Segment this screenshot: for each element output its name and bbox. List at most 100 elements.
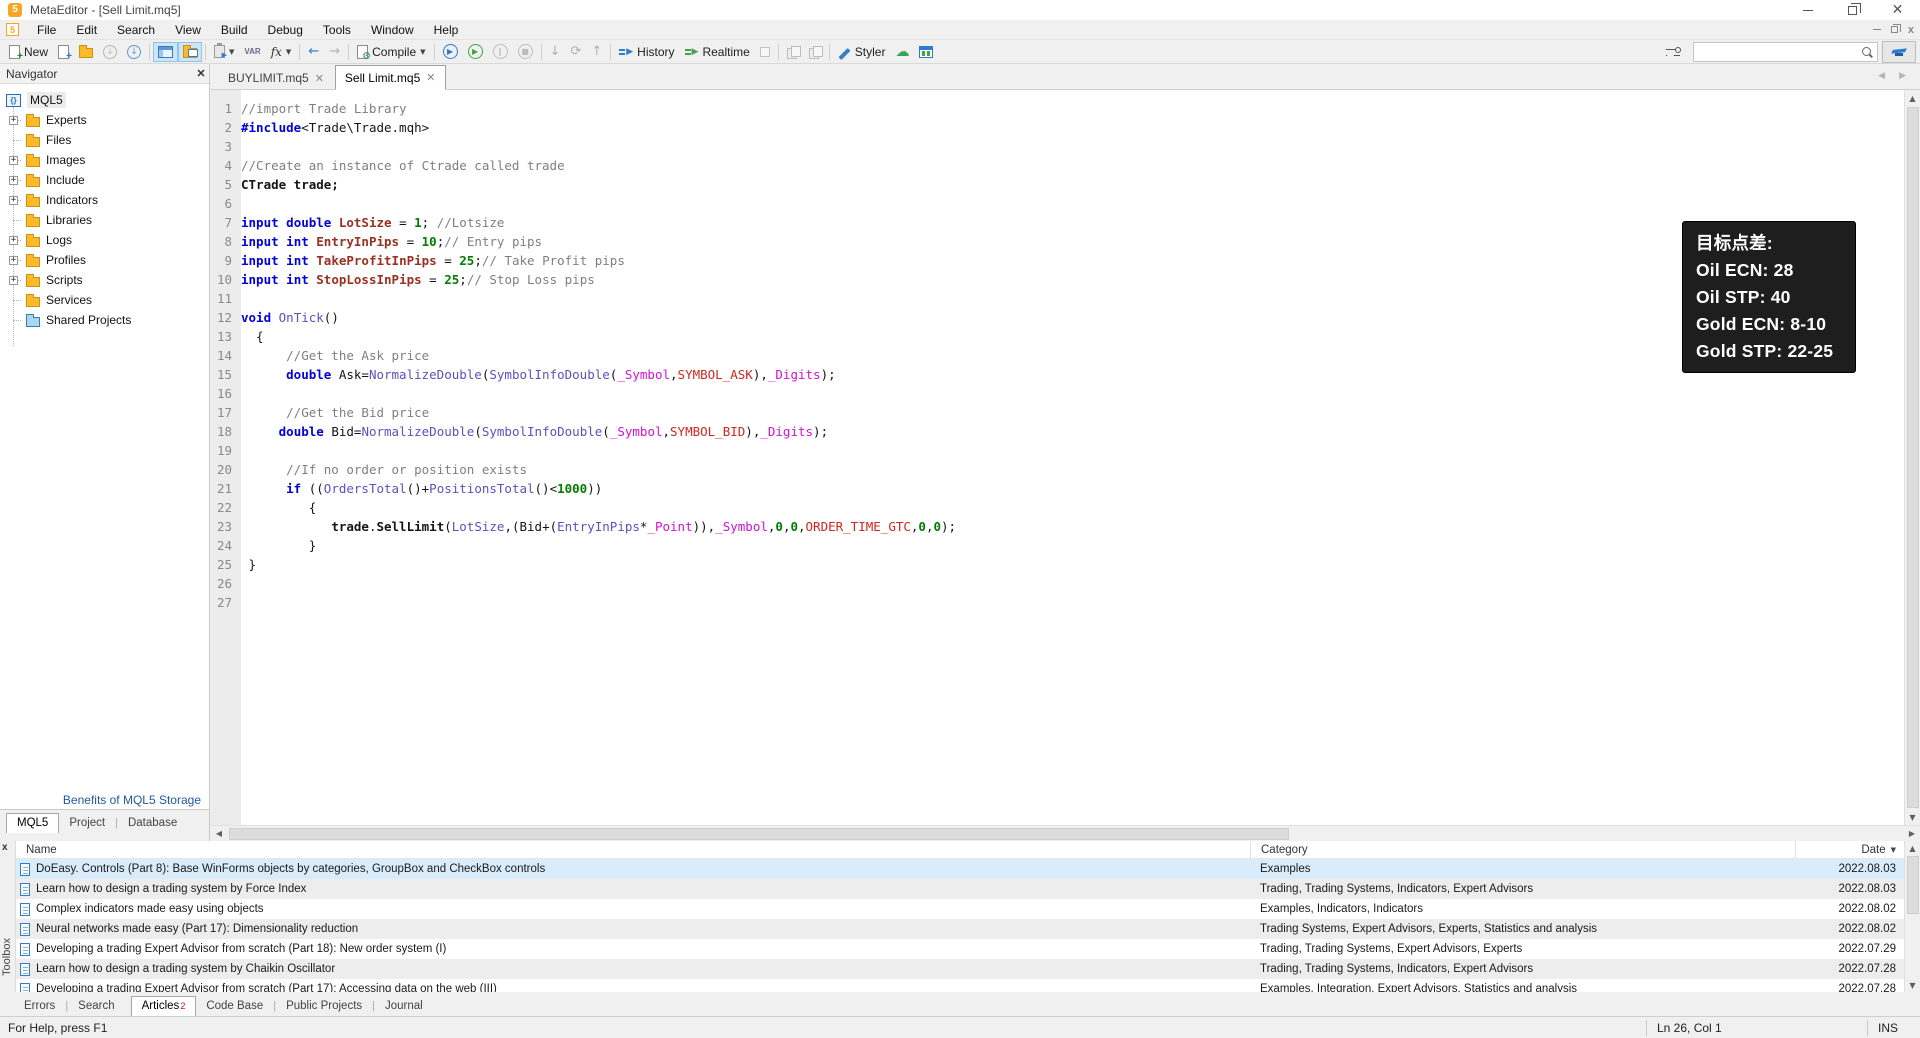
restore-icon[interactable] bbox=[1830, 0, 1875, 20]
navigator-tab-project[interactable]: Project bbox=[59, 814, 115, 833]
tab-close-icon[interactable]: ✕ bbox=[426, 71, 435, 84]
menu-debug[interactable]: Debug bbox=[258, 20, 313, 40]
sidebar-item-libraries[interactable]: Libraries bbox=[0, 210, 209, 230]
mql5-storage-link[interactable]: Benefits of MQL5 Storage bbox=[63, 793, 201, 807]
toggle-toolbox-button[interactable] bbox=[178, 42, 202, 62]
expand-plus-icon[interactable]: + bbox=[9, 196, 18, 205]
navigate-forward-button[interactable]: → bbox=[324, 42, 345, 62]
snippets-button[interactable]: ▼ bbox=[209, 42, 239, 62]
toolbox-close-icon[interactable]: x bbox=[2, 842, 8, 853]
tab-scroll-right-icon[interactable]: ▶ bbox=[1899, 71, 1906, 81]
code-line-2[interactable]: 2#include<Trade\Trade.mqh> bbox=[211, 118, 1904, 137]
search-icon[interactable] bbox=[1861, 46, 1873, 58]
mdi-close-icon[interactable]: x bbox=[1908, 24, 1914, 36]
close-icon[interactable]: ✕ bbox=[1875, 0, 1920, 20]
code-line-4[interactable]: 4//Create an instance of Ctrade called t… bbox=[211, 156, 1904, 175]
table-row[interactable]: Complex indicators made easy using objec… bbox=[16, 899, 1904, 919]
editor-vertical-scrollbar[interactable]: ▲ ▼ bbox=[1904, 90, 1920, 825]
menu-help[interactable]: Help bbox=[424, 20, 469, 40]
navigate-back-button[interactable]: ← bbox=[303, 42, 324, 62]
code-line-23[interactable]: 23 trade.SellLimit(LotSize,(Bid+(EntryIn… bbox=[211, 517, 1904, 536]
stop-button[interactable]: ■ bbox=[513, 42, 538, 62]
tree-root-mql5[interactable]: {}MQL5 bbox=[0, 90, 209, 110]
table-row[interactable]: Developing a trading Expert Advisor from… bbox=[16, 979, 1904, 992]
scroll-right-icon[interactable]: ▶ bbox=[1904, 826, 1920, 842]
navigator-tab-mql5[interactable]: MQL5 bbox=[6, 813, 59, 833]
help-docs-button[interactable] bbox=[1882, 41, 1916, 63]
navigator-tab-database[interactable]: Database bbox=[118, 814, 187, 833]
sidebar-item-scripts[interactable]: +Scripts bbox=[0, 270, 209, 290]
sidebar-item-logs[interactable]: +Logs bbox=[0, 230, 209, 250]
toggle-navigator-button[interactable] bbox=[153, 42, 178, 62]
compile-button[interactable]: Compile ▼ bbox=[352, 42, 430, 62]
expand-plus-icon[interactable]: + bbox=[9, 156, 18, 165]
sidebar-item-include[interactable]: +Include bbox=[0, 170, 209, 190]
code-line-18[interactable]: 18 double Bid=NormalizeDouble(SymbolInfo… bbox=[211, 422, 1904, 441]
code-line-25[interactable]: 25 } bbox=[211, 555, 1904, 574]
styler-button[interactable]: Styler bbox=[833, 42, 891, 62]
step-into-button[interactable]: ↓ bbox=[545, 42, 566, 62]
column-header-name[interactable]: Name bbox=[16, 841, 1250, 859]
table-row[interactable]: Developing a trading Expert Advisor from… bbox=[16, 939, 1904, 959]
code-line-14[interactable]: 14 //Get the Ask price bbox=[211, 346, 1904, 365]
code-line-19[interactable]: 19 bbox=[211, 441, 1904, 460]
toolbox-scroll-up-icon[interactable]: ▲ bbox=[1909, 841, 1915, 855]
debug-history-button[interactable]: ▶ bbox=[438, 42, 463, 62]
expand-plus-icon[interactable]: + bbox=[9, 256, 18, 265]
toolbox-tab-public-projects[interactable]: Public Projects bbox=[276, 997, 372, 1016]
functions-button[interactable]: fx ▼ bbox=[266, 42, 297, 62]
editor-tab-buylimit-mq5[interactable]: BUYLIMIT.mq5✕ bbox=[219, 67, 333, 89]
code-line-16[interactable]: 16 bbox=[211, 384, 1904, 403]
history-button[interactable]: ▶ History bbox=[614, 42, 679, 62]
profiler-history-button[interactable] bbox=[782, 42, 804, 62]
toolbox-tab-errors[interactable]: Errors bbox=[14, 997, 65, 1016]
editor-tab-sell-limit-mq5[interactable]: Sell Limit.mq5✕ bbox=[335, 65, 446, 90]
expand-plus-icon[interactable]: + bbox=[9, 176, 18, 185]
code-line-15[interactable]: 15 double Ask=NormalizeDouble(SymbolInfo… bbox=[211, 365, 1904, 384]
table-row[interactable]: Neural networks made easy (Part 17): Dim… bbox=[16, 919, 1904, 939]
search-options-button[interactable] bbox=[1661, 42, 1685, 62]
code-line-26[interactable]: 26 bbox=[211, 574, 1904, 593]
step-out-button[interactable]: ↑ bbox=[586, 42, 607, 62]
code-editor[interactable]: 1//import Trade Library2#include<Trade\T… bbox=[211, 90, 1904, 825]
sidebar-item-services[interactable]: Services bbox=[0, 290, 209, 310]
tab-close-icon[interactable]: ✕ bbox=[315, 72, 324, 85]
get-file-button[interactable]: ↓ bbox=[98, 42, 122, 62]
new-window-button[interactable]: + bbox=[53, 42, 74, 62]
column-header-date[interactable]: Date ▼ bbox=[1795, 841, 1904, 859]
mdi-minimize-icon[interactable] bbox=[1873, 29, 1881, 30]
sidebar-item-files[interactable]: Files bbox=[0, 130, 209, 150]
minimize-icon[interactable] bbox=[1785, 0, 1830, 20]
scroll-left-icon[interactable]: ◀ bbox=[211, 826, 227, 842]
toolbox-vertical-scrollbar[interactable]: ▲ ▼ bbox=[1904, 841, 1920, 992]
tab-scroll-left-icon[interactable]: ◀ bbox=[1878, 71, 1885, 81]
code-line-6[interactable]: 6 bbox=[211, 194, 1904, 213]
new-button[interactable]: + New bbox=[4, 42, 53, 62]
code-line-27[interactable]: 27 bbox=[211, 593, 1904, 612]
menu-search[interactable]: Search bbox=[107, 20, 165, 40]
realtime-button[interactable]: ▶ Realtime bbox=[680, 42, 755, 62]
get-all-files-button[interactable]: ↓ bbox=[122, 42, 146, 62]
code-line-8[interactable]: 8input int EntryInPips = 10;// Entry pip… bbox=[211, 232, 1904, 251]
step-over-button[interactable]: ⟳ bbox=[565, 42, 586, 62]
sidebar-item-shared-projects[interactable]: Shared Projects bbox=[0, 310, 209, 330]
breakpoint-button[interactable] bbox=[755, 42, 775, 62]
table-row[interactable]: Learn how to design a trading system by … bbox=[16, 959, 1904, 979]
profiler-realtime-button[interactable] bbox=[804, 42, 826, 62]
search-input[interactable] bbox=[1694, 45, 1861, 59]
code-line-20[interactable]: 20 //If no order or position exists bbox=[211, 460, 1904, 479]
horizontal-scroll-thumb[interactable] bbox=[229, 828, 1289, 840]
toolbox-scroll-thumb[interactable] bbox=[1907, 856, 1919, 914]
navigator-close-icon[interactable]: ✕ bbox=[193, 67, 209, 80]
expand-plus-icon[interactable]: + bbox=[9, 116, 18, 125]
sidebar-item-images[interactable]: +Images bbox=[0, 150, 209, 170]
toolbox-tab-search[interactable]: Search bbox=[68, 997, 124, 1016]
table-row[interactable]: Learn how to design a trading system by … bbox=[16, 879, 1904, 899]
expand-plus-icon[interactable]: + bbox=[9, 236, 18, 245]
sidebar-item-indicators[interactable]: +Indicators bbox=[0, 190, 209, 210]
menu-window[interactable]: Window bbox=[361, 20, 424, 40]
code-line-24[interactable]: 24 } bbox=[211, 536, 1904, 555]
menu-view[interactable]: View bbox=[165, 20, 211, 40]
editor-horizontal-scrollbar[interactable]: ◀ ▶ bbox=[211, 825, 1920, 841]
code-line-17[interactable]: 17 //Get the Bid price bbox=[211, 403, 1904, 422]
